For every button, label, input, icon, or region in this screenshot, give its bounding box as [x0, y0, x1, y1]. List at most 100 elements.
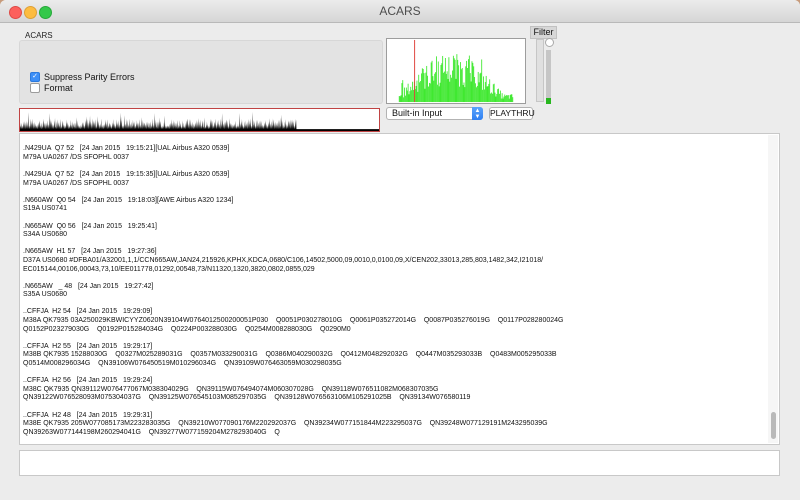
spectrum-bar — [472, 62, 474, 103]
spectrum-bar — [422, 68, 424, 103]
spectrum-bar — [436, 56, 437, 103]
spectrum-bar — [485, 75, 487, 103]
spectrum-bar — [468, 59, 469, 103]
spectrum-bar — [403, 97, 405, 103]
spectrum-bar — [484, 82, 486, 103]
spectrum-bar — [434, 73, 436, 103]
spectrum-bar — [402, 80, 404, 103]
spectrum-bar — [444, 58, 446, 103]
spectrum-bar — [408, 94, 410, 103]
spectrum-bar — [400, 95, 402, 103]
spectrum-bar — [505, 95, 507, 103]
spectrum-bar — [464, 87, 466, 103]
spectrum-bar — [507, 95, 509, 103]
spectrum-bar — [436, 84, 438, 103]
spectrum-bar — [462, 84, 464, 103]
spectrum-bar — [491, 93, 493, 103]
spectrum-bar — [476, 85, 478, 103]
spectrum-bar — [483, 89, 485, 103]
spectrum-bar — [448, 57, 450, 103]
spectrum-bar — [452, 70, 453, 103]
message-log[interactable]: S37A UA0267 .N429UA Q7 52 [24 Jan 2015 1… — [19, 133, 780, 445]
spectrum-bar — [412, 81, 413, 103]
spectrum-bar — [507, 95, 508, 103]
spectrum-bar — [421, 73, 422, 103]
spectrum-bar — [512, 97, 514, 103]
spectrum-bar — [417, 91, 419, 103]
log-line: .N665AW Q0 56 [24 Jan 2015 19:25:41] — [23, 222, 157, 230]
spectrum-bar — [491, 92, 492, 103]
spectrum-bar — [482, 89, 484, 103]
spectrum-bar — [438, 86, 440, 103]
log-line: EC015144,00106,00043,73,10/EE011778,0129… — [23, 265, 315, 273]
spectrum-bar — [458, 65, 460, 103]
spectrum-bar — [493, 83, 495, 103]
spectrum-bar — [508, 98, 510, 103]
spectrum-bar — [423, 73, 425, 103]
spectrum-bar — [430, 62, 432, 103]
spectrum-bar — [437, 61, 439, 103]
input-device-value: Built-in Input — [392, 108, 443, 118]
filter-slider-knob[interactable] — [545, 38, 554, 47]
spectrum-bar — [406, 90, 408, 103]
spectrum-bar — [427, 75, 429, 103]
spectrum-bar — [469, 73, 471, 103]
spectrum-bar — [432, 76, 434, 103]
log-scrollbar-thumb[interactable] — [771, 412, 776, 439]
spectrum-bar — [479, 73, 481, 103]
spectrum-bar — [404, 87, 405, 103]
spectrum-bar — [497, 89, 499, 103]
spectrum-bar — [470, 81, 472, 103]
spectrum-bar — [429, 83, 431, 103]
log-line: Q0514M008296034G QN39106W076450519M01029… — [23, 360, 342, 368]
spectrum-bar — [503, 96, 505, 103]
message-log-text: S37A UA0267 .N429UA Q7 52 [24 Jan 2015 1… — [23, 134, 765, 444]
waveform-trace — [20, 111, 379, 131]
log-scrollbar[interactable] — [768, 135, 778, 443]
spectrum-bar — [416, 80, 418, 103]
playthru-button[interactable]: PLAYTHRU — [489, 107, 535, 120]
spectrum-bar — [494, 92, 496, 103]
spectrum-bar — [410, 86, 412, 103]
spectrum-bar — [407, 83, 409, 103]
spectrum-bar — [428, 82, 430, 103]
spectrum-bar — [405, 95, 406, 103]
spectrum-bar — [428, 86, 429, 103]
format-label: Format — [44, 83, 73, 93]
log-line: M38B QK7935 15288030G Q0327M025289031G Q… — [23, 351, 557, 359]
format-checkbox[interactable]: Format — [30, 83, 73, 93]
spectrum-bar — [453, 58, 455, 103]
spectrum-bar — [445, 73, 447, 103]
log-line: ..CFFJA H2 56 [24 Jan 2015 19:29:24] — [23, 377, 153, 385]
spectrum-bar — [455, 78, 457, 103]
spectrum-bar — [452, 55, 454, 103]
suppress-parity-errors-checkbox[interactable]: ✓ Suppress Parity Errors — [30, 72, 135, 82]
signal-level-fill — [546, 97, 551, 104]
spectrum-bar — [399, 96, 401, 103]
log-line: M38E QK7935 205W077085173M223283035G QN3… — [23, 420, 548, 428]
spectrum-bar — [435, 72, 436, 103]
spectrum-bar — [483, 76, 484, 103]
spectrum-bar — [477, 71, 479, 103]
signal-level-meter — [546, 50, 551, 104]
log-line: S19A US0741 — [23, 205, 67, 213]
options-group-title: ACARS — [25, 31, 53, 40]
spectrum-bar — [495, 96, 497, 103]
waveform-display — [19, 108, 380, 132]
bottom-text-field[interactable] — [19, 450, 780, 476]
spectrum-bar — [506, 95, 507, 103]
spectrum-bar — [499, 93, 500, 103]
spectrum-bar — [473, 66, 475, 103]
input-device-select[interactable]: Built-in Input ▲ ▼ — [386, 107, 483, 120]
spectrum-bar — [498, 88, 499, 103]
spectrum-bar — [431, 60, 433, 103]
filter-slider-track[interactable] — [536, 39, 544, 102]
spectrum-bar — [466, 60, 468, 103]
log-line: M79A UA0267 /DS SFOPHL 0037 — [23, 179, 129, 187]
